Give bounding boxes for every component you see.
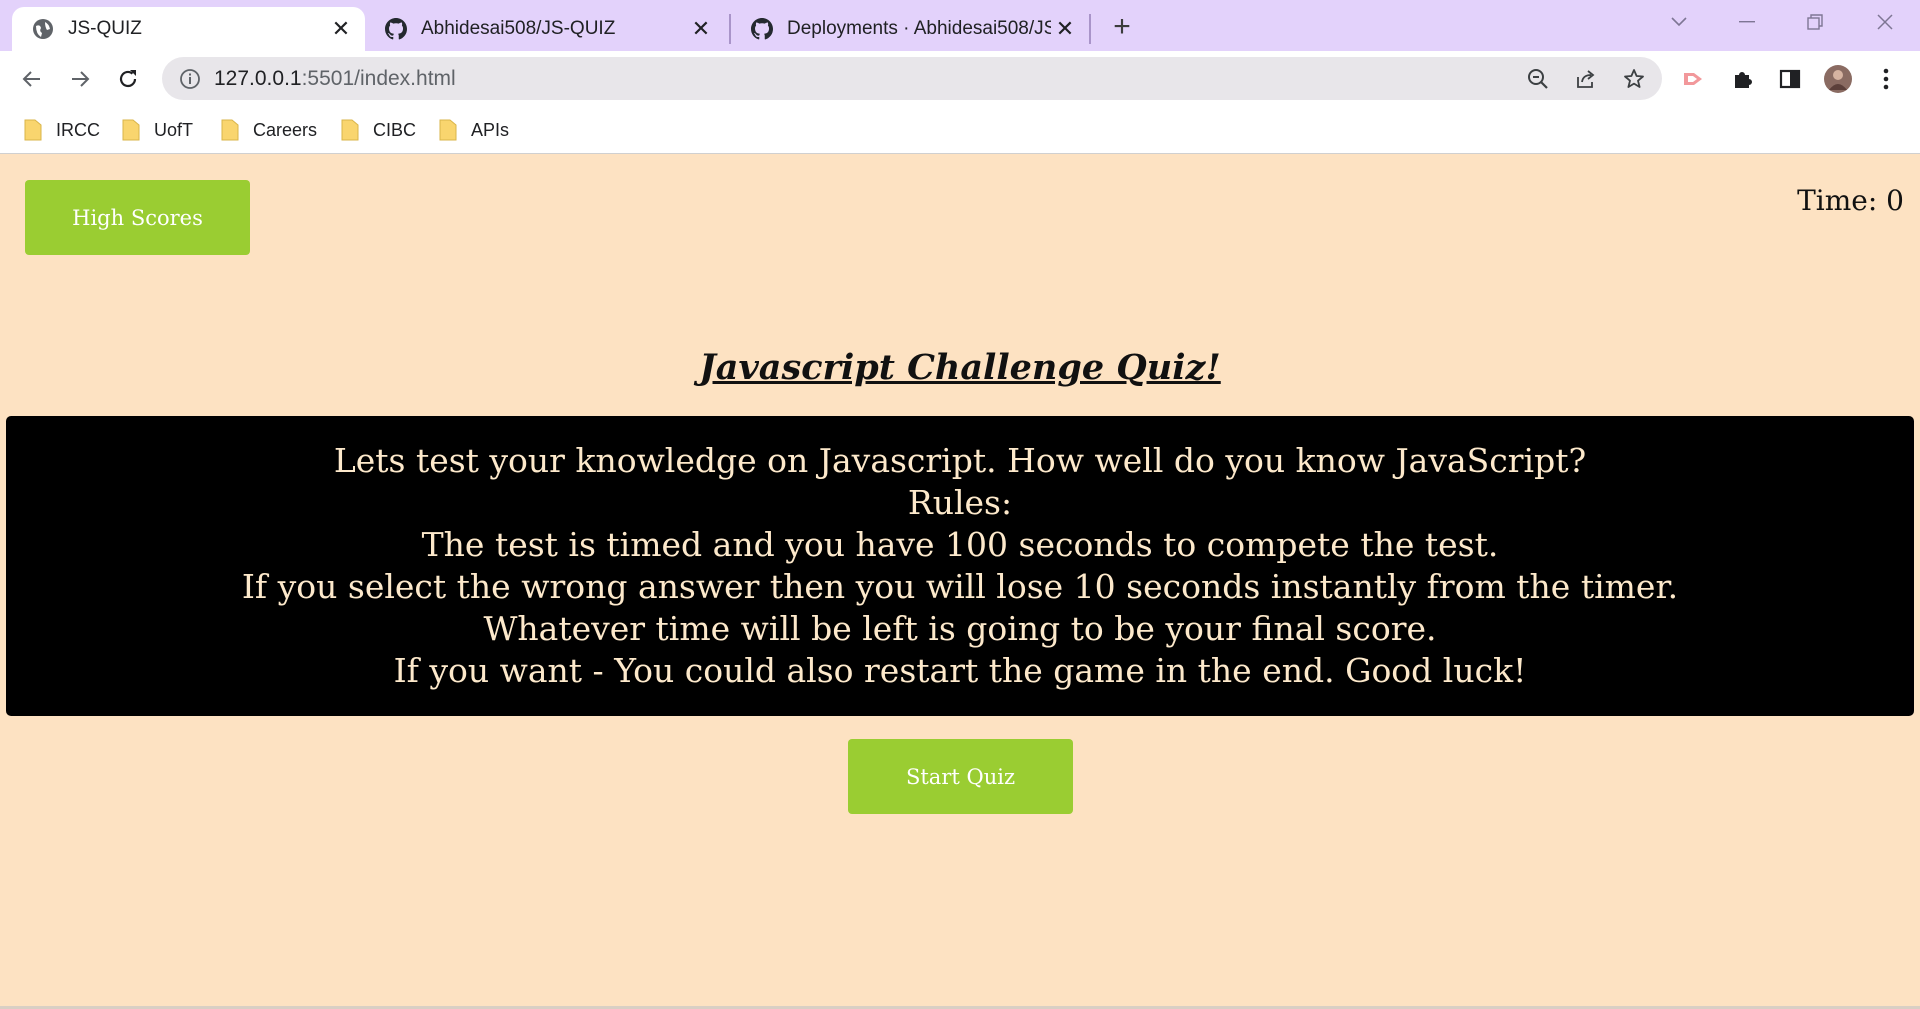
close-tab-icon[interactable]: ✕ (687, 15, 715, 43)
high-scores-button[interactable]: High Scores (25, 180, 250, 255)
bookmark-label: CIBC (373, 119, 417, 140)
restore-icon[interactable] (1786, 6, 1844, 38)
rules-intro: Lets test your knowledge on Javascript. … (333, 441, 1587, 480)
folder-icon (341, 119, 359, 141)
folder-icon (221, 119, 239, 141)
extension-red-icon[interactable] (1677, 63, 1709, 95)
minimize-icon[interactable] (1718, 6, 1776, 38)
reload-icon[interactable] (110, 61, 146, 97)
bookmark-label: IRCC (56, 119, 100, 140)
tab-title: Abhidesai508/JS-QUIZ (421, 18, 616, 39)
bookmark-label: UofT (154, 119, 194, 140)
tab-strip: JS-QUIZ ✕ Abhidesai508/JS-QUIZ ✕ Deploym… (0, 0, 1920, 51)
tab-title: Deployments · Abhidesai508/JS-QUIZ (787, 18, 1051, 39)
close-window-icon[interactable] (1856, 6, 1914, 38)
bookmarks-bar: IRCC UofT Careers CIBC APIs (0, 106, 1920, 154)
share-icon[interactable] (1572, 65, 1600, 93)
folder-icon (439, 119, 457, 141)
close-tab-icon[interactable]: ✕ (1051, 15, 1079, 43)
folder-icon (24, 119, 42, 141)
bookmark-apis[interactable]: APIs (439, 116, 509, 144)
bookmark-label: APIs (471, 119, 510, 140)
bookmark-label: Careers (253, 119, 318, 140)
bookmark-uoft[interactable]: UofT (122, 116, 193, 144)
forward-arrow-icon[interactable] (62, 61, 98, 97)
tab-js-quiz[interactable]: JS-QUIZ ✕ (12, 7, 365, 51)
folder-icon (122, 119, 140, 141)
bookmark-careers[interactable]: Careers (221, 116, 317, 144)
start-quiz-button[interactable]: Start Quiz (848, 739, 1073, 814)
back-arrow-icon[interactable] (14, 61, 50, 97)
rule-restart: If you want - You could also restart the… (393, 651, 1527, 690)
timer-label: Time: (1797, 184, 1878, 217)
rules-heading: Rules: (907, 483, 1013, 522)
bookmark-ircc[interactable]: IRCC (24, 116, 100, 144)
rule-penalty: If you select the wrong answer then you … (241, 567, 1679, 606)
url-path: :5501/index.html (301, 67, 456, 90)
url-host: 127.0.0.1 (214, 67, 302, 90)
github-icon (751, 18, 773, 40)
url-text[interactable]: 127.0.0.1:5501/index.html (214, 67, 456, 91)
address-bar[interactable]: 127.0.0.1:5501/index.html (162, 57, 1662, 100)
tab-github-repo[interactable]: Abhidesai508/JS-QUIZ ✕ (365, 7, 725, 51)
new-tab-plus-icon[interactable]: + (1106, 10, 1138, 43)
menu-kebab-icon[interactable] (1870, 63, 1902, 95)
site-info-icon[interactable] (178, 67, 202, 91)
rule-score: Whatever time will be left is going to b… (483, 609, 1437, 648)
close-tab-icon[interactable]: ✕ (327, 15, 355, 43)
side-panel-icon[interactable] (1774, 63, 1806, 95)
tab-separator (1089, 14, 1091, 44)
page-content: High Scores Time: 0 Javascript Challenge… (0, 155, 1920, 1009)
rules-box: Lets test your knowledge on Javascript. … (6, 416, 1914, 716)
timer-value: 0 (1886, 184, 1904, 217)
zoom-icon[interactable] (1524, 65, 1552, 93)
tab-deployments[interactable]: Deployments · Abhidesai508/JS-QUIZ ✕ (731, 7, 1089, 51)
rule-timed: The test is timed and you have 100 secon… (421, 525, 1499, 564)
timer: Time: 0 (1797, 184, 1904, 217)
globe-icon (32, 18, 54, 40)
github-icon (385, 18, 407, 40)
tab-title: JS-QUIZ (68, 18, 142, 39)
quiz-title: Javascript Challenge Quiz! (699, 347, 1221, 388)
browser-toolbar: 127.0.0.1:5501/index.html (0, 51, 1920, 106)
profile-avatar[interactable] (1822, 63, 1854, 95)
extensions-puzzle-icon[interactable] (1727, 63, 1759, 95)
bookmark-cibc[interactable]: CIBC (341, 116, 416, 144)
bookmark-star-icon[interactable] (1620, 65, 1648, 93)
tab-search-chevron-icon[interactable] (1650, 6, 1708, 38)
